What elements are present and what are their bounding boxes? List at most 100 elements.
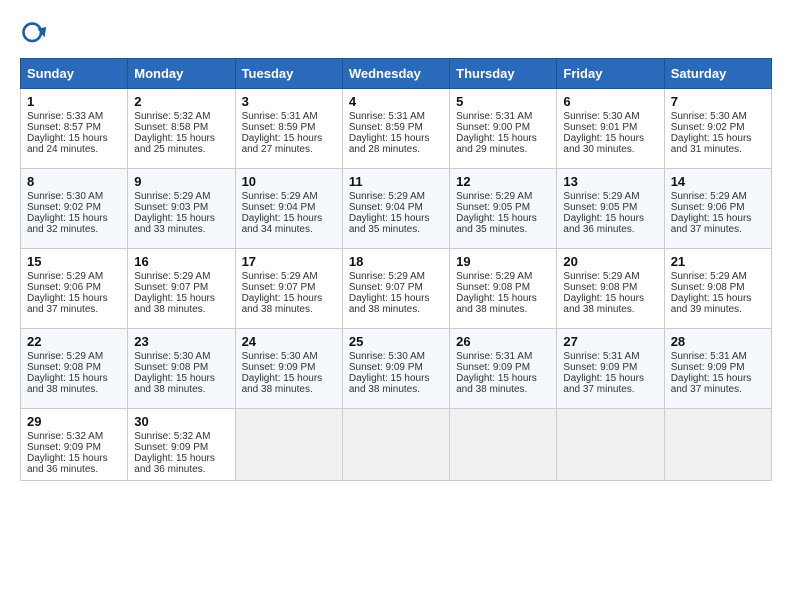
calendar-cell: 10Sunrise: 5:29 AMSunset: 9:04 PMDayligh… — [235, 169, 342, 249]
calendar-cell — [342, 409, 449, 481]
col-header-friday: Friday — [557, 59, 664, 89]
cell-line: Sunset: 9:09 PM — [456, 362, 550, 373]
cell-line: Daylight: 15 hours — [456, 213, 550, 224]
calendar-cell: 9Sunrise: 5:29 AMSunset: 9:03 PMDaylight… — [128, 169, 235, 249]
cell-line: Sunrise: 5:31 AM — [242, 111, 336, 122]
cell-line: Sunrise: 5:29 AM — [563, 271, 657, 282]
cell-line: and 29 minutes. — [456, 144, 550, 155]
calendar-cell: 23Sunrise: 5:30 AMSunset: 9:08 PMDayligh… — [128, 329, 235, 409]
cell-line: and 38 minutes. — [349, 304, 443, 315]
col-header-tuesday: Tuesday — [235, 59, 342, 89]
cell-line: Sunset: 9:04 PM — [349, 202, 443, 213]
cell-line: Sunset: 9:02 PM — [671, 122, 765, 133]
day-number: 9 — [134, 174, 228, 189]
cell-line: Sunrise: 5:29 AM — [349, 191, 443, 202]
cell-line: Sunrise: 5:29 AM — [134, 271, 228, 282]
cell-line: Sunset: 9:03 PM — [134, 202, 228, 213]
cell-line: Sunset: 9:07 PM — [349, 282, 443, 293]
cell-line: Sunrise: 5:29 AM — [27, 271, 121, 282]
cell-line: Sunset: 9:09 PM — [242, 362, 336, 373]
cell-line: Daylight: 15 hours — [27, 453, 121, 464]
calendar-cell: 22 Sunrise: 5:29 AMSunset: 9:08 PMDayligh… — [21, 329, 128, 409]
cell-line: and 38 minutes. — [456, 304, 550, 315]
cell-line: and 38 minutes. — [134, 384, 228, 395]
cell-line: Sunset: 8:59 PM — [349, 122, 443, 133]
cell-line: Sunset: 9:06 PM — [27, 282, 121, 293]
calendar-cell: 21Sunrise: 5:29 AMSunset: 9:08 PMDayligh… — [664, 249, 771, 329]
cell-line: Daylight: 15 hours — [242, 373, 336, 384]
cell-line: and 30 minutes. — [563, 144, 657, 155]
cell-line: Daylight: 15 hours — [671, 213, 765, 224]
cell-line: Daylight: 15 hours — [349, 293, 443, 304]
cell-line: Sunrise: 5:31 AM — [456, 351, 550, 362]
day-number: 6 — [563, 94, 657, 109]
cell-line: Sunrise: 5:33 AM — [27, 111, 121, 122]
cell-line: Daylight: 15 hours — [563, 293, 657, 304]
calendar-cell: 7Sunrise: 5:30 AMSunset: 9:02 PMDaylight… — [664, 89, 771, 169]
calendar-cell: 27Sunrise: 5:31 AMSunset: 9:09 PMDayligh… — [557, 329, 664, 409]
cell-line: Daylight: 15 hours — [27, 373, 121, 384]
cell-line: Sunrise: 5:31 AM — [563, 351, 657, 362]
logo-icon — [20, 20, 48, 48]
day-number: 30 — [134, 414, 228, 429]
cell-line: Sunrise: 5:29 AM — [671, 271, 765, 282]
cell-line: Sunrise: 5:29 AM — [27, 351, 121, 362]
cell-line: Sunrise: 5:30 AM — [563, 111, 657, 122]
cell-line: Sunset: 9:08 PM — [27, 362, 121, 373]
calendar-cell: 15Sunrise: 5:29 AMSunset: 9:06 PMDayligh… — [21, 249, 128, 329]
cell-line: and 35 minutes. — [456, 224, 550, 235]
calendar-cell: 14Sunrise: 5:29 AMSunset: 9:06 PMDayligh… — [664, 169, 771, 249]
day-number: 24 — [242, 334, 336, 349]
day-number: 4 — [349, 94, 443, 109]
cell-line: Daylight: 15 hours — [671, 373, 765, 384]
day-number: 22 — [27, 334, 121, 349]
day-number: 27 — [563, 334, 657, 349]
cell-line: Daylight: 15 hours — [134, 373, 228, 384]
day-number: 15 — [27, 254, 121, 269]
cell-line: Daylight: 15 hours — [134, 293, 228, 304]
cell-line: Daylight: 15 hours — [242, 213, 336, 224]
day-number: 3 — [242, 94, 336, 109]
cell-line: Sunrise: 5:29 AM — [242, 191, 336, 202]
cell-line: and 37 minutes. — [27, 304, 121, 315]
cell-line: Sunrise: 5:32 AM — [134, 431, 228, 442]
calendar-cell — [235, 409, 342, 481]
cell-line: Sunset: 9:02 PM — [27, 202, 121, 213]
cell-line: Sunset: 9:09 PM — [563, 362, 657, 373]
calendar-cell: 18Sunrise: 5:29 AMSunset: 9:07 PMDayligh… — [342, 249, 449, 329]
cell-line: Sunrise: 5:30 AM — [27, 191, 121, 202]
day-number: 2 — [134, 94, 228, 109]
cell-line: Sunset: 9:08 PM — [456, 282, 550, 293]
calendar-cell: 1Sunrise: 5:33 AMSunset: 8:57 PMDaylight… — [21, 89, 128, 169]
col-header-thursday: Thursday — [450, 59, 557, 89]
calendar-cell: 2Sunrise: 5:32 AMSunset: 8:58 PMDaylight… — [128, 89, 235, 169]
cell-line: Sunrise: 5:30 AM — [134, 351, 228, 362]
calendar-cell: 13Sunrise: 5:29 AMSunset: 9:05 PMDayligh… — [557, 169, 664, 249]
col-header-wednesday: Wednesday — [342, 59, 449, 89]
calendar-cell: 29Sunrise: 5:32 AMSunset: 9:09 PMDayligh… — [21, 409, 128, 481]
calendar-cell: 25Sunrise: 5:30 AMSunset: 9:09 PMDayligh… — [342, 329, 449, 409]
cell-line: Sunrise: 5:30 AM — [671, 111, 765, 122]
cell-line: Sunrise: 5:29 AM — [456, 191, 550, 202]
cell-line: and 36 minutes. — [134, 464, 228, 475]
cell-line: Sunrise: 5:29 AM — [242, 271, 336, 282]
cell-line: Sunrise: 5:31 AM — [349, 111, 443, 122]
day-number: 10 — [242, 174, 336, 189]
cell-line: Daylight: 15 hours — [456, 133, 550, 144]
day-number: 17 — [242, 254, 336, 269]
cell-line: Sunrise: 5:29 AM — [671, 191, 765, 202]
cell-line: and 28 minutes. — [349, 144, 443, 155]
cell-line: Sunrise: 5:32 AM — [27, 431, 121, 442]
calendar-cell — [557, 409, 664, 481]
cell-line: Sunset: 9:08 PM — [671, 282, 765, 293]
day-number: 5 — [456, 94, 550, 109]
calendar-cell: 12Sunrise: 5:29 AMSunset: 9:05 PMDayligh… — [450, 169, 557, 249]
cell-line: and 25 minutes. — [134, 144, 228, 155]
calendar-cell: 3Sunrise: 5:31 AMSunset: 8:59 PMDaylight… — [235, 89, 342, 169]
cell-line: and 34 minutes. — [242, 224, 336, 235]
day-number: 20 — [563, 254, 657, 269]
cell-line: Sunrise: 5:29 AM — [134, 191, 228, 202]
cell-line: Sunset: 9:01 PM — [563, 122, 657, 133]
cell-line: and 38 minutes. — [563, 304, 657, 315]
cell-line: Sunrise: 5:29 AM — [349, 271, 443, 282]
